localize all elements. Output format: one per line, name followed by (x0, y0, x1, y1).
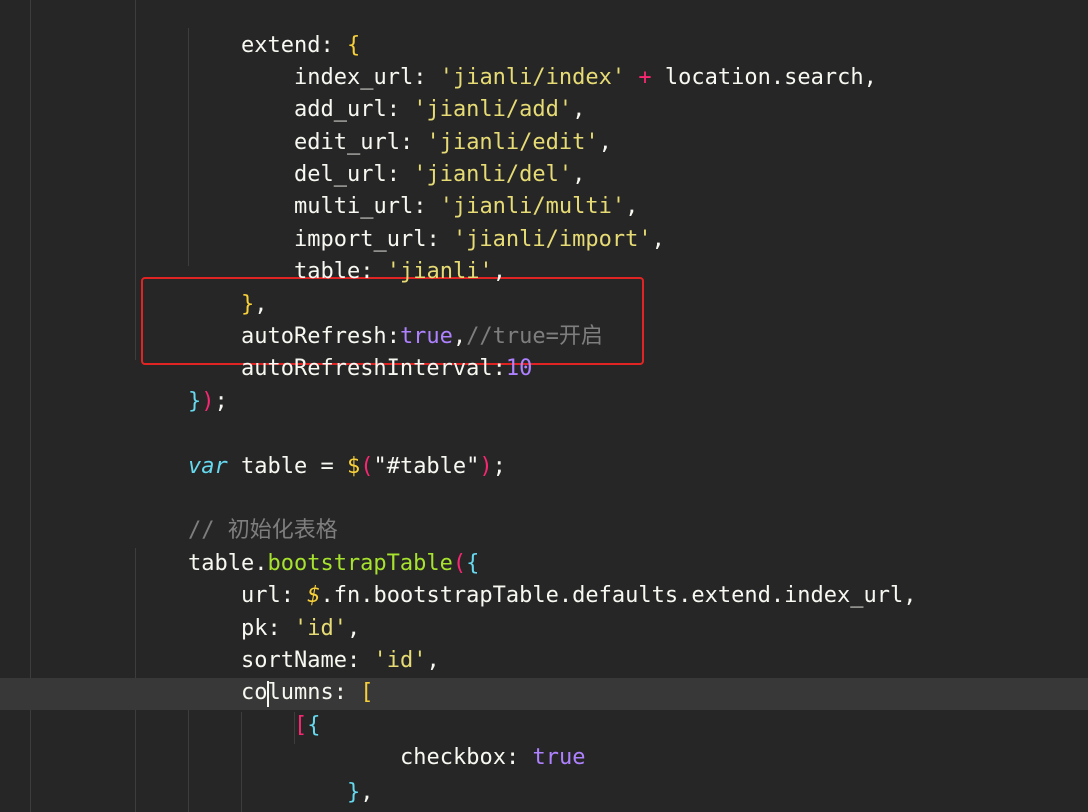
code-line[interactable]: columns: [ (0, 645, 1088, 705)
code-line[interactable]: index_url: 'jianli/index' + location.sea… (0, 30, 1088, 90)
code-line[interactable]: extend: { (0, 0, 1088, 58)
code-line[interactable]: url: $.fn.bootstrapTable.defaults.extend… (0, 548, 1088, 608)
code-line[interactable]: [{ (0, 678, 1088, 738)
code-keyword: var (187, 454, 228, 479)
code-line[interactable]: add_url: 'jianli/add', (0, 62, 1088, 122)
code-line[interactable]: autoRefresh:true,//true=开启 (0, 289, 1088, 349)
code-line[interactable]: // 初始化表格 (0, 483, 1088, 543)
code-line[interactable]: edit_url: 'jianli/edit', (0, 95, 1088, 155)
code-line[interactable]: }); (0, 354, 1088, 414)
code-editor[interactable]: extend: { index_url: 'jianli/index' + lo… (0, 0, 1088, 812)
code-line[interactable]: autoRefreshInterval:10 (0, 321, 1088, 381)
code-line[interactable]: checkbox: true (0, 710, 1088, 770)
code-line[interactable]: sortName: 'id', (0, 613, 1088, 673)
code-line[interactable]: multi_url: 'jianli/multi', (0, 159, 1088, 219)
code-line[interactable]: var table = $("#table"); (0, 419, 1088, 479)
code-line[interactable]: table.bootstrapTable({ (0, 516, 1088, 576)
code-line[interactable]: pk: 'id', (0, 581, 1088, 641)
code-line[interactable]: }, (0, 745, 1088, 805)
code-string: "#table" (373, 454, 480, 479)
text-cursor (267, 681, 269, 707)
code-line[interactable]: { (0, 777, 1088, 809)
code-line[interactable]: table: 'jianli', (0, 224, 1088, 284)
code-line[interactable]: }, (0, 257, 1088, 317)
code-line[interactable]: import_url: 'jianli/import', (0, 192, 1088, 252)
code-line[interactable]: del_url: 'jianli/del', (0, 127, 1088, 187)
